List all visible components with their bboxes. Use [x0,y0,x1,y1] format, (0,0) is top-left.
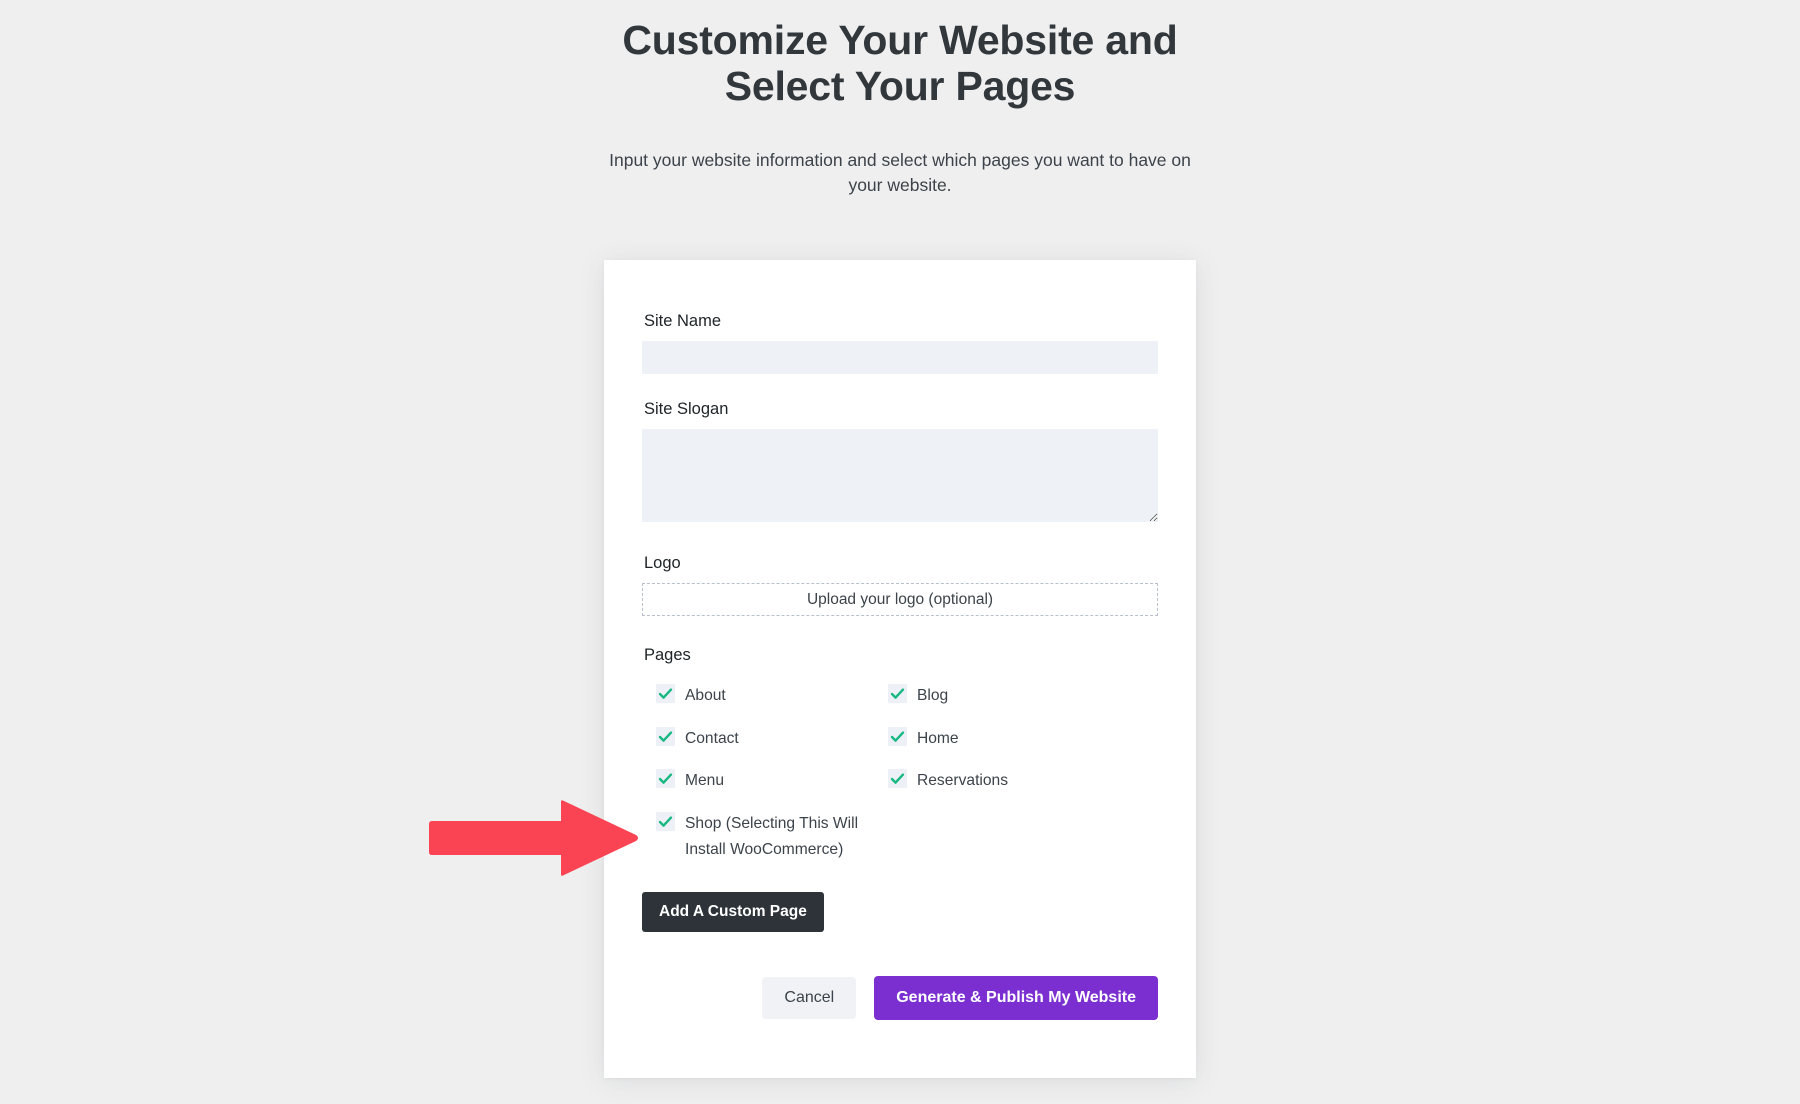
checkbox-reservations[interactable] [888,769,907,789]
page-option-blog[interactable]: Blog [888,675,1120,718]
page-option-menu[interactable]: Menu [656,760,888,803]
cancel-button[interactable]: Cancel [762,976,857,1019]
pages-checkbox-grid: About Blog Contact Home Menu Reservation… [642,675,1158,872]
page-option-contact[interactable]: Contact [656,718,888,761]
page-root: Customize Your Website and Select Your P… [0,0,1800,1104]
checkbox-contact[interactable] [656,726,675,746]
page-option-label: Menu [685,772,725,790]
pages-field-group: Pages About Blog Contact Home Menu Reser… [642,646,1158,932]
check-icon [658,731,673,742]
check-icon [658,773,673,785]
check-icon [890,773,905,785]
page-header: Customize Your Website and Select Your P… [590,0,1210,199]
logo-label: Logo [644,554,681,572]
site-name-input[interactable] [642,341,1158,374]
check-icon [658,688,673,699]
page-option-reservations[interactable]: Reservations [888,760,1120,803]
page-option-home[interactable]: Home [888,718,1120,761]
checkbox-menu[interactable] [656,769,675,789]
page-option-about[interactable]: About [656,675,888,718]
check-icon [658,816,673,827]
checkbox-shop[interactable] [656,812,675,832]
checkbox-home[interactable] [888,726,907,746]
page-title: Customize Your Website and Select Your P… [622,17,1178,109]
page-option-label: Contact [685,729,739,747]
page-option-label: Reservations [917,772,1009,790]
logo-upload-dropzone[interactable]: Upload your logo (optional) [642,583,1158,616]
site-slogan-label: Site Slogan [644,400,729,418]
page-option-shop[interactable]: Shop (Selecting This Will Install WooCom… [656,803,888,871]
site-name-field-group: Site Name [642,312,1158,374]
logo-upload-text: Upload your logo (optional) [806,590,994,608]
site-slogan-field-group: Site Slogan [642,400,1158,522]
logo-field-group: Logo Upload your logo (optional) [642,554,1158,616]
check-icon [890,731,905,742]
checkbox-blog[interactable] [888,684,907,703]
pages-label: Pages [644,646,691,664]
checkbox-about[interactable] [656,684,675,703]
generate-publish-button[interactable]: Generate & Publish My Website [874,975,1158,1020]
card-actions: Cancel Generate & Publish My Website [642,975,1158,1020]
site-name-label: Site Name [644,312,722,330]
add-custom-page-button[interactable]: Add A Custom Page [642,891,824,932]
page-option-label: Blog [917,687,949,704]
check-icon [890,688,905,699]
website-setup-card: Site Name Site Slogan Logo Upload your l… [604,260,1196,1078]
page-option-label: Home [917,729,959,747]
page-option-label: Shop (Selecting This Will Install WooCom… [685,815,859,858]
page-subtitle: Input your website information and selec… [609,149,1191,196]
site-slogan-textarea[interactable] [642,429,1158,522]
page-option-label: About [685,687,726,704]
